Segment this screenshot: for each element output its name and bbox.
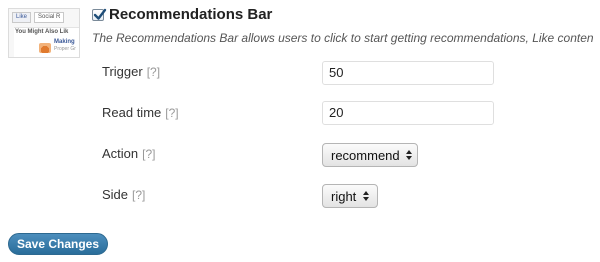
thumbnail-you-might-text: You Might Also Lik	[15, 29, 69, 35]
read-time-input[interactable]: 20	[322, 101, 494, 125]
enable-checkbox[interactable]	[92, 8, 107, 21]
section-title: Recommendations Bar	[109, 6, 273, 23]
action-label-text: Action	[102, 146, 139, 161]
action-help-link[interactable]: [?]	[142, 147, 155, 161]
trigger-input[interactable]: 50	[322, 61, 494, 85]
action-select[interactable]: recommend	[322, 143, 418, 167]
side-label: Side [?]	[102, 187, 145, 202]
trigger-help-link[interactable]: [?]	[147, 65, 160, 79]
read-time-label: Read time [?]	[102, 105, 179, 120]
side-help-link[interactable]: [?]	[132, 188, 145, 202]
side-label-text: Side	[102, 187, 129, 202]
recommendations-bar-thumbnail: Like Social R You Might Also Lik Making …	[8, 8, 80, 58]
select-arrows-icon	[404, 149, 414, 161]
thumbnail-like-button: Like	[12, 12, 32, 23]
read-time-label-text: Read time	[102, 105, 162, 120]
save-changes-button[interactable]: Save Changes	[8, 233, 108, 255]
thumbnail-making-subtext: Proper Gr	[54, 46, 76, 52]
thumbnail-image	[39, 43, 51, 53]
trigger-label: Trigger [?]	[102, 64, 160, 79]
side-select-value: right	[331, 188, 357, 204]
action-select-value: recommend	[331, 147, 400, 163]
action-label: Action [?]	[102, 146, 155, 161]
select-arrows-icon	[360, 190, 372, 202]
section-description: The Recommendations Bar allows users to …	[92, 31, 594, 45]
thumbnail-social-button: Social R	[34, 12, 65, 23]
thumbnail-button-row: Like Social R	[12, 12, 76, 23]
read-time-help-link[interactable]: [?]	[165, 106, 178, 120]
checkmark-icon	[93, 8, 107, 20]
trigger-label-text: Trigger	[102, 64, 143, 79]
thumbnail-making-text: Making	[54, 39, 75, 45]
side-select[interactable]: right	[322, 184, 378, 208]
